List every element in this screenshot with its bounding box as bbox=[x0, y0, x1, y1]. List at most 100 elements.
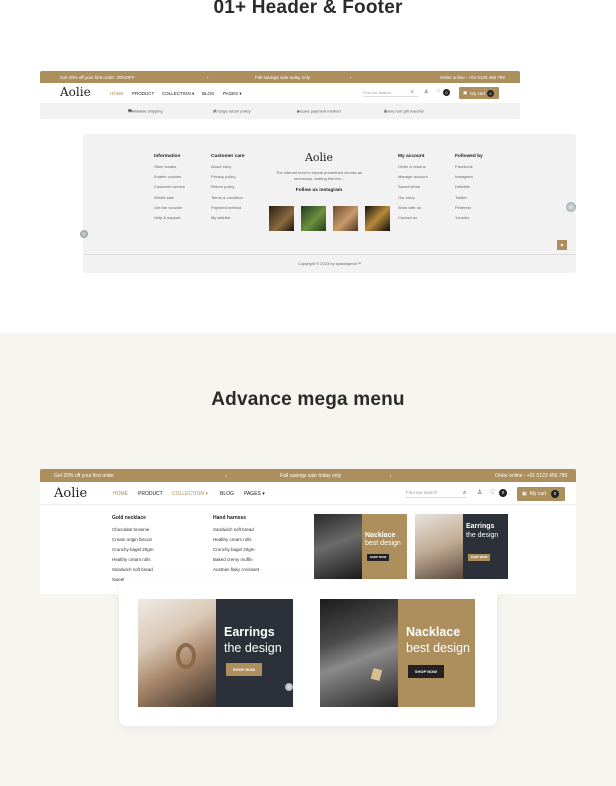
shop-now-button[interactable]: SHOP NOW bbox=[468, 554, 490, 561]
mega-col-gold-necklace: Gold necklace Chocolate brownie Cream or… bbox=[112, 515, 154, 588]
announcement-bar: Get 20% off your first order ‹ Fall savi… bbox=[40, 469, 576, 482]
menu-blog[interactable]: BLOG bbox=[202, 91, 215, 96]
menu-product[interactable]: PRODUCT bbox=[132, 91, 154, 96]
mega-link[interactable]: Chocolate brownie bbox=[112, 527, 154, 532]
footer-link[interactable]: Store locator bbox=[154, 164, 185, 169]
section-header-footer: 01+ Header & Footer Get 20% off your fir… bbox=[0, 0, 616, 333]
user-icon[interactable]: ♙ bbox=[424, 90, 428, 95]
menu-collection[interactable]: COLLECTION ▾ bbox=[172, 491, 208, 497]
next-arrow[interactable]: › bbox=[390, 473, 392, 479]
search-input[interactable]: Find our search bbox=[363, 90, 418, 97]
cart-button[interactable]: ▣ My cart 0 bbox=[517, 487, 565, 501]
mega-link[interactable]: Austrian flaky croissant bbox=[213, 567, 259, 572]
announcement-left: Get 20% off your first order bbox=[54, 472, 114, 479]
instagram-photo[interactable] bbox=[301, 206, 326, 231]
menu-pages[interactable]: PAGES ▾ bbox=[244, 491, 265, 497]
footer-link[interactable]: My wishlist bbox=[211, 215, 245, 220]
search-input[interactable]: Find our search bbox=[406, 490, 466, 498]
announcement-right: Order online : +01 0123 456 789 bbox=[495, 472, 568, 479]
mega-banner-necklace[interactable]: Nacklace best design SHOP NOW bbox=[314, 514, 407, 579]
footer-link[interactable]: Twitter bbox=[455, 195, 483, 200]
instagram-title: Follow us instagram bbox=[295, 188, 343, 193]
instagram-photo[interactable] bbox=[333, 206, 358, 231]
mega-col-title[interactable]: Gold necklace bbox=[112, 515, 154, 521]
footer-link[interactable]: Return policy bbox=[211, 184, 245, 189]
banner-heading: Earrings bbox=[466, 523, 495, 530]
mega-link[interactable]: Crunchy bagel 20gm bbox=[112, 547, 154, 552]
logo[interactable]: Aolie bbox=[54, 486, 87, 501]
banner-photo bbox=[314, 514, 362, 579]
mega-link[interactable]: Cream origin biscuit bbox=[112, 537, 154, 542]
footer-link[interactable]: Terms & condition bbox=[211, 195, 245, 200]
instagram-photo[interactable] bbox=[365, 206, 390, 231]
footer-link[interactable]: Contact us bbox=[398, 215, 428, 220]
footer-link[interactable]: Dribbble bbox=[455, 184, 483, 189]
instagram-photo[interactable] bbox=[269, 206, 294, 231]
footer-link[interactable]: Customer service bbox=[154, 184, 185, 189]
mega-link[interactable]: Crunchy bagel 20gm bbox=[213, 547, 259, 552]
cart-button[interactable]: ▣ My cart 0 bbox=[459, 87, 499, 99]
logo[interactable]: Aolie bbox=[60, 85, 91, 99]
footer-link[interactable]: Enable cookies bbox=[154, 174, 185, 179]
search-icon[interactable]: ⌕ bbox=[463, 490, 466, 496]
heart-icon[interactable]: ♡ bbox=[490, 490, 495, 496]
menu-home[interactable]: HOME bbox=[110, 91, 124, 96]
prev-arrow[interactable]: ‹ bbox=[207, 75, 209, 80]
mega-banner-earrings[interactable]: Earrings the design SHOP NOW bbox=[415, 514, 508, 579]
announcement-right: Order online : +01 0123 456 789 bbox=[440, 74, 505, 80]
user-icon[interactable]: ♙ bbox=[477, 490, 482, 496]
footer-information: Information Store locator Enable cookies… bbox=[154, 154, 185, 225]
footer-description: The internet tend to repeat predefined c… bbox=[275, 170, 363, 181]
footer-link[interactable]: Payment method bbox=[211, 205, 245, 210]
footer-col-title: Information bbox=[154, 154, 181, 159]
footer-link[interactable]: About story bbox=[211, 164, 245, 169]
banner-photo bbox=[320, 599, 398, 707]
banner-photo bbox=[415, 514, 463, 579]
menu-blog[interactable]: BLOG bbox=[220, 491, 234, 497]
shop-now-button[interactable]: SHOP NOW bbox=[408, 665, 444, 678]
footer-link[interactable]: Work with us bbox=[398, 205, 428, 210]
footer-link[interactable]: Pinterest bbox=[455, 205, 483, 210]
footer-link[interactable]: Manage account bbox=[398, 174, 428, 179]
menu-product[interactable]: PRODUCT bbox=[138, 491, 163, 497]
cart-count: 0 bbox=[551, 490, 559, 498]
footer-logo[interactable]: Aolie bbox=[269, 151, 369, 164]
menu-home[interactable]: HOME bbox=[113, 491, 128, 497]
section-title: Advance mega menu bbox=[211, 389, 405, 410]
logo-text: Aolie bbox=[60, 85, 91, 99]
mega-link[interactable]: Healthy cream rolls bbox=[213, 537, 259, 542]
shop-now-button[interactable]: SHOP NOW bbox=[226, 663, 262, 676]
diamond-decoration bbox=[285, 683, 293, 691]
heart-icon[interactable]: ♡ bbox=[436, 90, 440, 95]
menu-pages[interactable]: PAGES ▾ bbox=[223, 91, 242, 97]
search-icon[interactable]: ⌕ bbox=[411, 90, 414, 95]
menu-collection[interactable]: COLLECTION ▾ bbox=[162, 91, 194, 97]
footer-link[interactable]: Privacy policy bbox=[211, 174, 245, 179]
footer-link[interactable]: Instagram bbox=[455, 174, 483, 179]
footer-link[interactable]: Saved items bbox=[398, 184, 428, 189]
mega-link[interactable]: Sandwich soft bread bbox=[213, 527, 259, 532]
footer-link[interactable]: Facebook bbox=[455, 164, 483, 169]
footer-link[interactable]: Youtube bbox=[455, 215, 483, 220]
next-arrow[interactable]: › bbox=[350, 75, 352, 80]
banner-heading: Earrings bbox=[224, 625, 275, 639]
footer-link[interactable]: Whole sale bbox=[154, 195, 185, 200]
zoom-banner-necklace[interactable]: Nacklace best design SHOP NOW bbox=[320, 599, 475, 707]
zoom-banner-earrings[interactable]: Earrings the design SHOP NOW bbox=[138, 599, 293, 707]
mega-link[interactable]: Sandwich soft bread bbox=[112, 567, 154, 572]
mega-link[interactable]: Baked cremy muffin bbox=[213, 557, 259, 562]
header-nav: Aolie HOME PRODUCT COLLECTION ▾ BLOG PAG… bbox=[40, 482, 576, 505]
back-to-top-button[interactable]: ▲ bbox=[557, 240, 567, 250]
diamond-decoration bbox=[566, 202, 576, 212]
footer-link[interactable]: Help & support bbox=[154, 215, 185, 220]
shop-now-button[interactable]: SHOP NOW bbox=[367, 554, 389, 561]
copyright: Copyright © 2023 by spacingtech™ bbox=[298, 261, 361, 266]
prev-arrow[interactable]: ‹ bbox=[225, 473, 227, 479]
footer-link[interactable]: Order & returns bbox=[398, 164, 428, 169]
announcement-bar: Get 20% off your first order: 20%OFF ‹ F… bbox=[40, 71, 520, 83]
mega-link[interactable]: Healthy cream rolls bbox=[112, 557, 154, 562]
mega-col-title[interactable]: Hand harness bbox=[213, 515, 259, 521]
footer-link[interactable]: Our story bbox=[398, 195, 428, 200]
wishlist-count: 0 bbox=[443, 89, 450, 96]
footer-link[interactable]: Get the voucher bbox=[154, 205, 185, 210]
